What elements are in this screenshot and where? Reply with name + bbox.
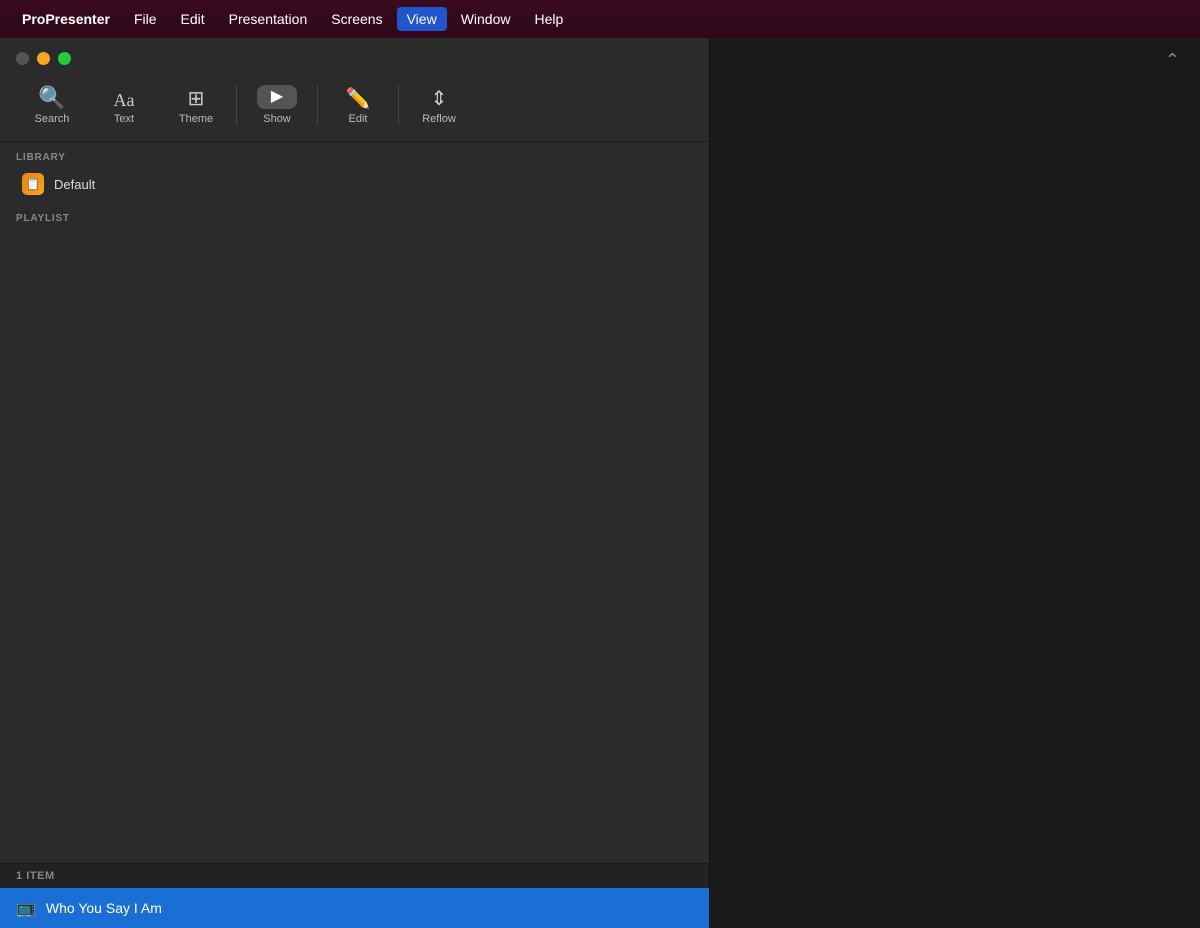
toolbar-show[interactable]: ▶ Show bbox=[241, 79, 313, 131]
main-content: 🔍 Search Aa Text ⊞ Theme ▶ Show ✏️ Edit bbox=[0, 38, 1200, 928]
playlist-item-row[interactable]: 📺 Who You Say I Am bbox=[0, 888, 709, 928]
toolbar-edit[interactable]: ✏️ Edit bbox=[322, 83, 394, 131]
sidebar: 🔍 Search Aa Text ⊞ Theme ▶ Show ✏️ Edit bbox=[0, 38, 710, 928]
playlist-section: PLAYLIST bbox=[0, 205, 709, 236]
bottom-panel: 1 ITEM 📺 Who You Say I Am bbox=[0, 863, 709, 928]
theme-icon: ⊞ bbox=[188, 89, 205, 109]
close-button[interactable] bbox=[16, 52, 29, 65]
toolbar-edit-label: Edit bbox=[349, 113, 368, 125]
toolbar: 🔍 Search Aa Text ⊞ Theme ▶ Show ✏️ Edit bbox=[0, 73, 709, 142]
menu-window[interactable]: Window bbox=[451, 7, 521, 31]
toolbar-divider-2 bbox=[317, 85, 318, 125]
menu-view[interactable]: View bbox=[397, 7, 447, 31]
item-count-bar: 1 ITEM bbox=[0, 864, 709, 888]
app-name[interactable]: ProPresenter bbox=[12, 7, 120, 31]
toolbar-theme[interactable]: ⊞ Theme bbox=[160, 83, 232, 131]
traffic-lights bbox=[0, 38, 709, 73]
toolbar-theme-label: Theme bbox=[179, 113, 213, 125]
toolbar-search[interactable]: 🔍 Search bbox=[16, 81, 88, 131]
library-item-icon: 📋 bbox=[22, 173, 44, 195]
show-icon: ▶ bbox=[257, 85, 297, 109]
menu-help[interactable]: Help bbox=[524, 7, 573, 31]
chevron-up-button[interactable]: ⌃ bbox=[1165, 50, 1180, 71]
toolbar-search-label: Search bbox=[35, 113, 70, 125]
playlist-item-icon: 📺 bbox=[16, 898, 36, 918]
text-icon: Aa bbox=[114, 91, 135, 109]
search-icon: 🔍 bbox=[38, 87, 65, 109]
reflow-icon: ⇕ bbox=[431, 89, 448, 109]
maximize-button[interactable] bbox=[58, 52, 71, 65]
toolbar-text-label: Text bbox=[114, 113, 134, 125]
toolbar-show-label: Show bbox=[263, 113, 291, 125]
library-section: LIBRARY 📋 Default bbox=[0, 142, 709, 205]
menu-bar: ProPresenter File Edit Presentation Scre… bbox=[0, 0, 1200, 38]
library-header: LIBRARY bbox=[16, 152, 693, 163]
library-item-default[interactable]: 📋 Default bbox=[16, 169, 693, 199]
menu-file[interactable]: File bbox=[124, 7, 167, 31]
toolbar-reflow[interactable]: ⇕ Reflow bbox=[403, 83, 475, 131]
minimize-button[interactable] bbox=[37, 52, 50, 65]
library-item-name: Default bbox=[54, 177, 95, 192]
toolbar-text[interactable]: Aa Text bbox=[88, 85, 160, 131]
menu-presentation[interactable]: Presentation bbox=[219, 7, 318, 31]
toolbar-divider-1 bbox=[236, 85, 237, 125]
playlist-header: PLAYLIST bbox=[16, 213, 693, 224]
edit-icon: ✏️ bbox=[346, 89, 371, 109]
menu-screens[interactable]: Screens bbox=[321, 7, 392, 31]
item-count: 1 ITEM bbox=[16, 870, 55, 882]
chevron-up-icon: ⌃ bbox=[1165, 50, 1180, 70]
playlist-item-name: Who You Say I Am bbox=[46, 900, 162, 916]
menu-edit[interactable]: Edit bbox=[171, 7, 215, 31]
right-content: Show ^S Presentation Editor ^E Reflow Ed… bbox=[710, 38, 1200, 928]
toolbar-reflow-label: Reflow bbox=[422, 113, 456, 125]
toolbar-divider-3 bbox=[398, 85, 399, 125]
